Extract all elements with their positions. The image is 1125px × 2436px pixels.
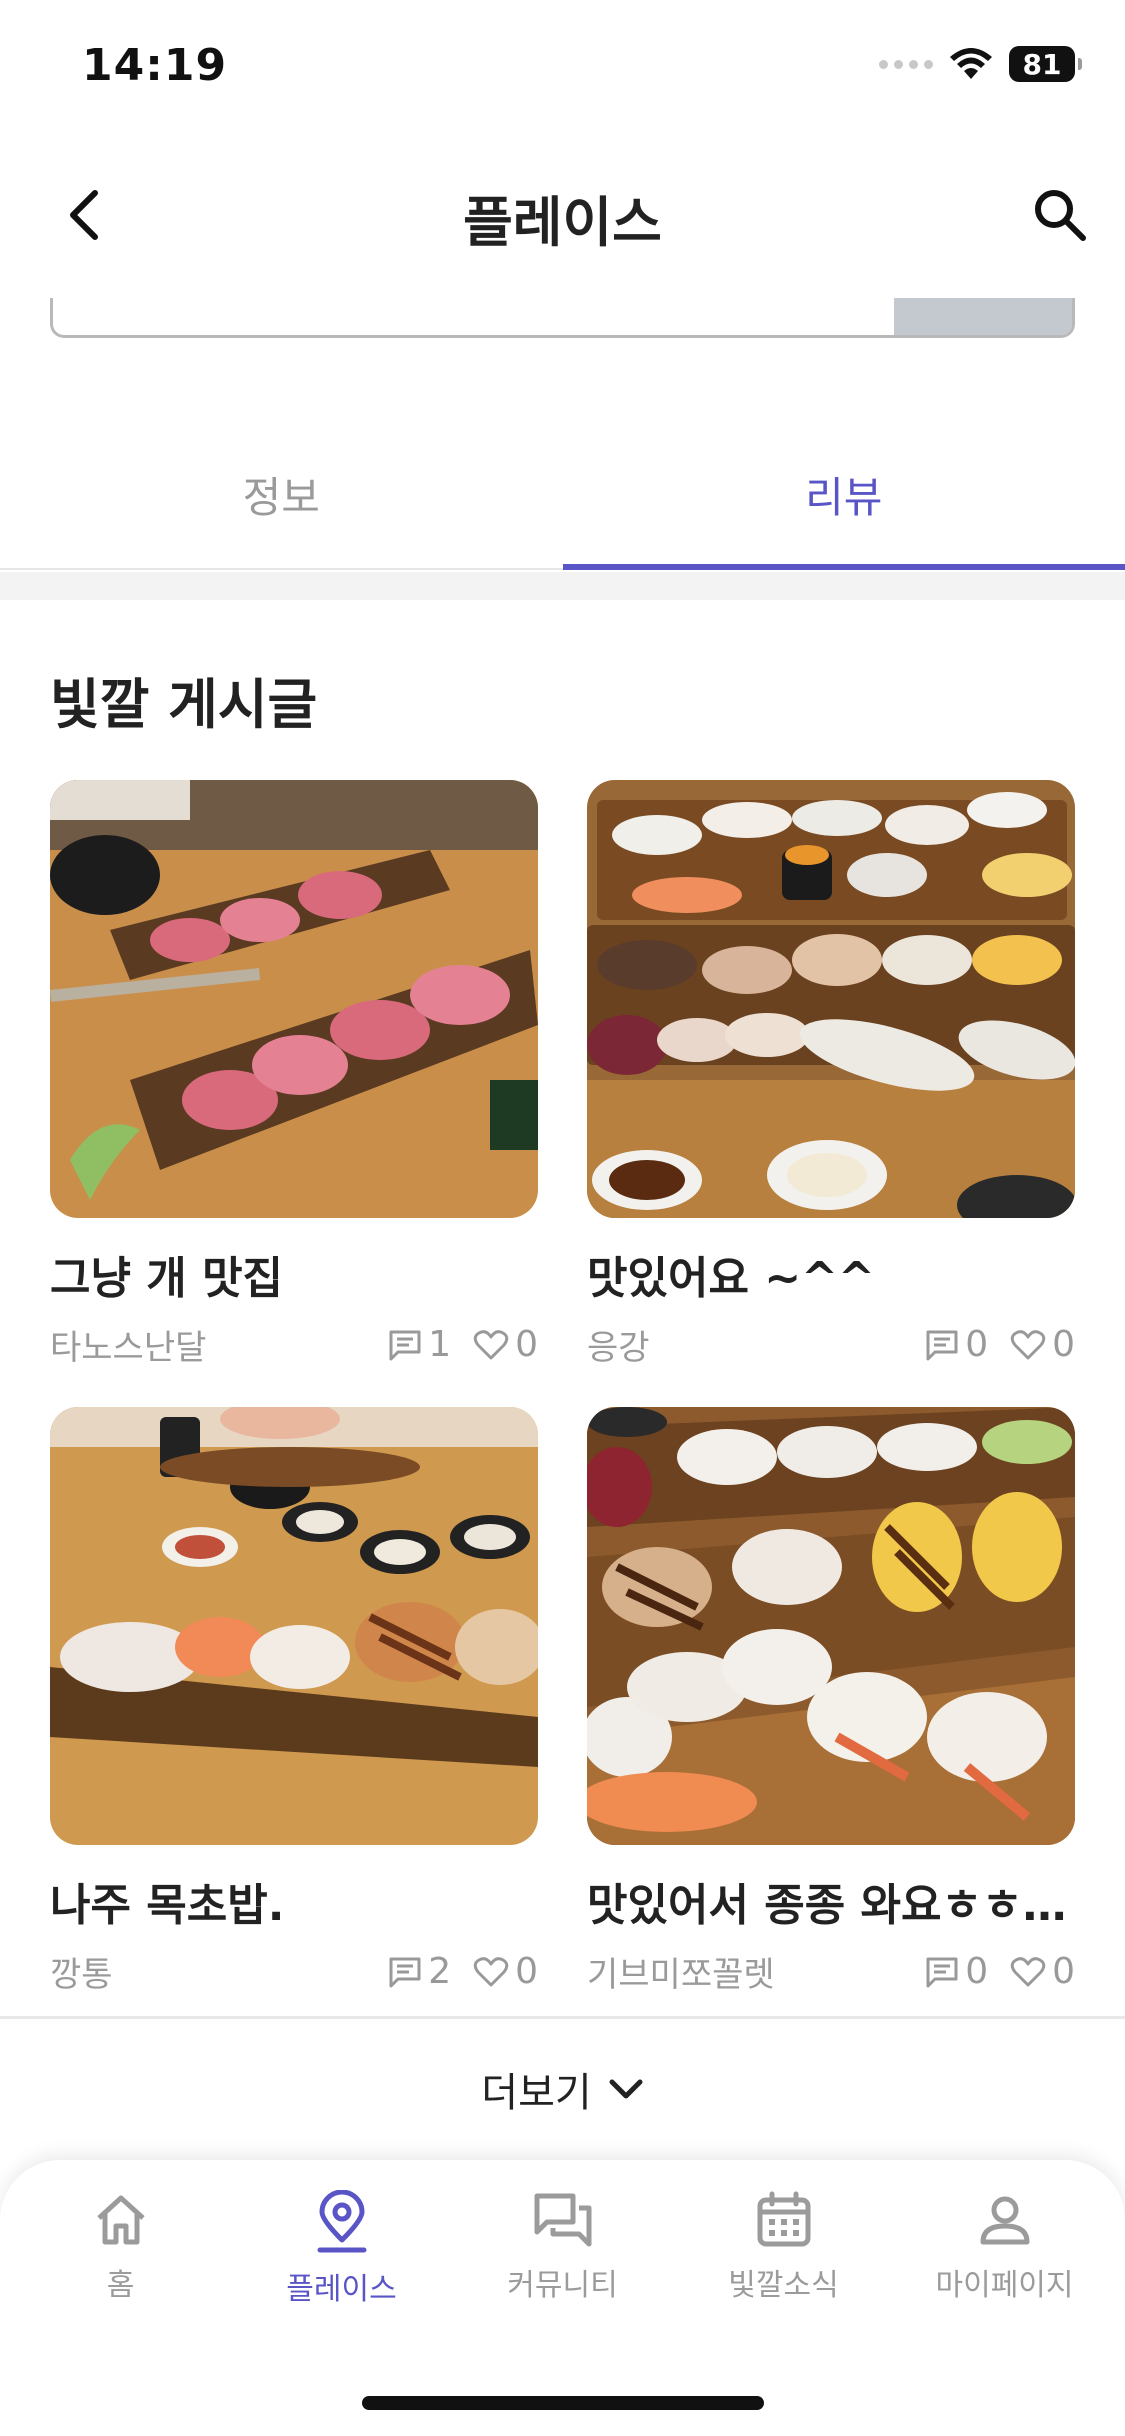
section-title: 빛깔 게시글 <box>50 673 318 736</box>
comment-count: 0 <box>965 1951 989 1992</box>
heart-icon <box>1010 1329 1046 1359</box>
nav-place[interactable]: 플레이스 <box>231 2190 452 2308</box>
app-header: 플레이스 <box>0 150 1125 280</box>
scrolled-input-button[interactable] <box>894 298 1072 335</box>
page-title: 플레이스 <box>463 191 662 254</box>
nav-mypage-label: 마이페이지 <box>935 2268 1074 2303</box>
post-stats: 1 0 <box>388 1324 538 1365</box>
post-card[interactable]: 맛있어요 ~^^ 응강 0 0 <box>587 780 1075 1369</box>
heart-icon <box>473 1956 509 1986</box>
nav-community-label: 커뮤니티 <box>507 2268 618 2303</box>
tab-review[interactable]: 리뷰 <box>562 420 1125 570</box>
post-author: 깡통 <box>50 1955 113 1995</box>
post-stats: 0 0 <box>925 1324 1075 1365</box>
post-card[interactable]: 그냥 개 맛집 타노스난달 1 0 <box>50 780 538 1369</box>
like-count: 0 <box>515 1324 538 1365</box>
home-icon <box>96 2195 145 2245</box>
nav-mypage[interactable]: 마이페이지 <box>894 2190 1115 2308</box>
status-bar: 14:19 81 <box>0 0 1125 140</box>
post-title: 맛있어요 ~^^ <box>587 1253 875 1304</box>
comment-count: 0 <box>965 1324 989 1365</box>
post-image[interactable] <box>587 1407 1075 1845</box>
heart-icon <box>473 1329 509 1359</box>
post-title: 나주 목초밥. <box>50 1880 285 1931</box>
post-author: 응강 <box>587 1328 650 1368</box>
tab-bar: 정보 리뷰 <box>0 420 1125 570</box>
post-meta: 타노스난달 1 0 <box>50 1320 538 1369</box>
location-pin-icon <box>317 2190 366 2253</box>
chat-bubbles-icon <box>534 2193 591 2247</box>
divider <box>0 2016 1125 2019</box>
comment-icon <box>389 1957 421 1987</box>
search-icon <box>1035 190 1086 241</box>
calendar-icon <box>757 2191 810 2247</box>
comment-count: 2 <box>428 1951 452 1992</box>
post-title: 그냥 개 맛집 <box>50 1253 284 1304</box>
comment-count: 1 <box>428 1324 452 1365</box>
search-button[interactable] <box>1025 180 1095 250</box>
more-label: 더보기 <box>481 2070 592 2116</box>
comment-icon <box>389 1330 421 1360</box>
post-meta: 깡통 2 0 <box>50 1947 538 1996</box>
nav-place-label: 플레이스 <box>286 2272 397 2307</box>
nav-home[interactable]: 홈 <box>10 2190 231 2308</box>
comment-icon <box>926 1957 958 1987</box>
status-icons: 81 <box>879 46 1082 82</box>
status-time: 14:19 <box>82 40 228 91</box>
post-stats: 0 0 <box>925 1951 1075 1992</box>
nav-community[interactable]: 커뮤니티 <box>452 2190 673 2308</box>
tab-info[interactable]: 정보 <box>0 420 563 568</box>
user-icon <box>980 2196 1029 2245</box>
like-count: 0 <box>1052 1324 1075 1365</box>
home-indicator <box>362 2396 764 2410</box>
post-title: 맛있어서 종종 와요ㅎㅎ ... <box>587 1880 1075 1931</box>
battery-icon: 81 <box>1009 46 1082 82</box>
post-stats: 2 0 <box>388 1951 538 1992</box>
more-button[interactable]: 더보기 <box>0 2060 1125 2118</box>
nav-home-label: 홈 <box>106 2268 135 2303</box>
post-author: 기브미쪼꼴렛 <box>587 1955 775 1995</box>
heart-icon <box>1010 1956 1046 1986</box>
scrolled-input-field[interactable] <box>50 298 1075 338</box>
post-image[interactable] <box>50 1407 538 1845</box>
chevron-down-icon <box>609 2079 643 2099</box>
post-card[interactable]: 맛있어서 종종 와요ㅎㅎ ... 기브미쪼꼴렛 0 0 <box>587 1407 1075 1996</box>
bottom-navigation: 홈 플레이스 커뮤니티 빛깔소식 마이페이지 <box>0 2160 1125 2436</box>
like-count: 0 <box>515 1951 538 1992</box>
post-author: 타노스난달 <box>50 1328 207 1368</box>
signal-dots-icon <box>879 59 933 69</box>
post-meta: 응강 0 0 <box>587 1320 1075 1369</box>
comment-icon <box>926 1330 958 1360</box>
nav-news[interactable]: 빛깔소식 <box>673 2190 894 2308</box>
like-count: 0 <box>1052 1951 1075 1992</box>
post-meta: 기브미쪼꼴렛 0 0 <box>587 1947 1075 1996</box>
nav-news-label: 빛깔소식 <box>728 2268 839 2303</box>
post-card[interactable]: 나주 목초밥. 깡통 2 0 <box>50 1407 538 1996</box>
section-divider <box>0 572 1125 600</box>
wifi-icon <box>950 48 992 79</box>
post-image[interactable] <box>50 780 538 1218</box>
post-image[interactable] <box>587 780 1075 1218</box>
